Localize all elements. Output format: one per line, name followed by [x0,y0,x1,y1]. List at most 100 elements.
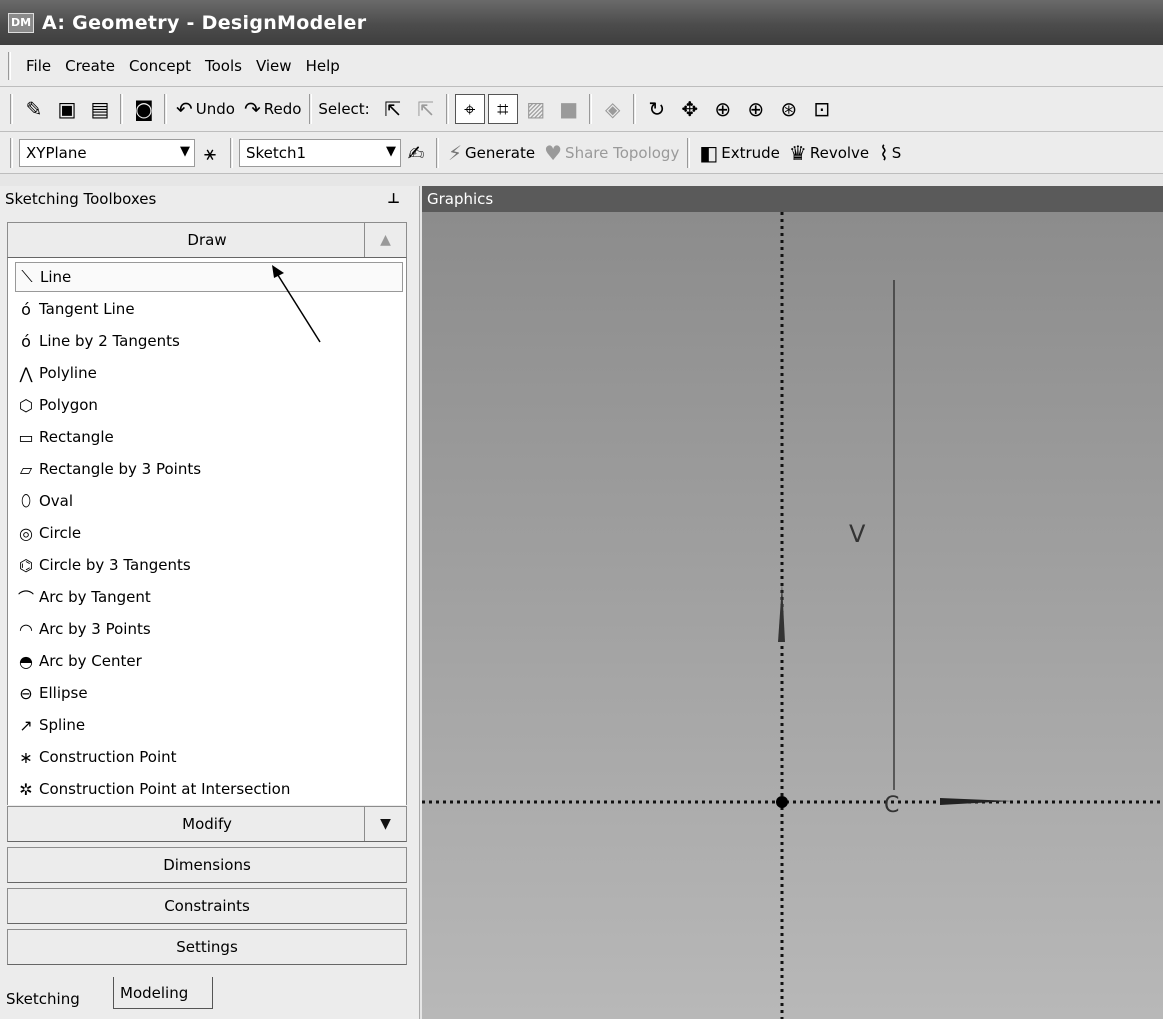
new-plane-button[interactable]: ⚹ [195,138,225,168]
tab-sketching[interactable]: Sketching [0,983,113,1015]
tool-line[interactable]: ⟍ Line [15,262,403,292]
new-geometry-icon: ✎ [25,97,43,121]
scroll-down-button[interactable]: ▼ [364,807,406,841]
toolbar-grip[interactable] [10,94,13,124]
origin-point[interactable] [776,796,788,808]
select-faces-icon: ▨ [526,97,546,121]
tool-label: Ellipse [39,684,88,702]
sketch-toolbar: XYPlane ▼ ⚹ Sketch1 ▼ ✍ ⚡ Generate ♥ Share… [0,132,1163,174]
tool-spline[interactable]: ↗ Spline [15,710,403,740]
extrude-label: Extrude [721,143,780,162]
tool-arc-by-center[interactable]: ◓ Arc by Center [15,646,403,676]
menu-create[interactable]: Create [58,54,122,78]
circle-3-tangents-icon: ⌬ [19,555,33,575]
arc-3-points-icon: ◠ [19,619,33,639]
triangle-down-icon: ▼ [380,816,391,832]
extrude-icon: ◧ [699,140,719,165]
new-geometry-button[interactable]: ✎ [19,94,49,124]
save-icon: ▣ [57,97,77,121]
extend-selection-button[interactable]: ◈ [598,94,628,124]
tool-line-by-2-tangents[interactable]: ό Line by 2 Tangents [15,326,403,356]
generate-button[interactable]: ⚡ Generate [445,138,538,168]
export-button[interactable]: ▤ [85,94,115,124]
tangent-line-icon: ό [21,299,31,319]
tool-tangent-line[interactable]: ό Tangent Line [15,294,403,324]
box-zoom-icon: ⊕ [747,97,765,121]
sweep-icon: ⌇ [879,140,889,165]
tool-label: Polyline [39,364,97,382]
constraints-section-header[interactable]: Constraints [7,888,407,924]
menubar-grip[interactable] [8,51,11,80]
tool-polyline[interactable]: ⋀ Polyline [15,358,403,388]
undo-button[interactable]: ↶ Undo [173,94,238,124]
y-axis-arrow [778,584,785,642]
menu-tools[interactable]: Tools [198,54,249,78]
select-faces-button[interactable]: ▨ [521,94,551,124]
tool-construction-point-at-intersection[interactable]: ✲ Construction Point at Intersection [15,774,403,804]
menu-help[interactable]: Help [299,54,347,78]
draw-section-label: Draw [187,231,227,249]
tool-arc-by-tangent[interactable]: ⌒ Arc by Tangent [15,582,403,612]
vertical-constraint-label: V [849,520,866,548]
tool-oval[interactable]: ⬯ Oval [15,486,403,516]
menu-view[interactable]: View [249,54,299,78]
toolbar-grip[interactable] [10,137,13,168]
select-points-button[interactable]: ⌖ [454,94,485,124]
save-button[interactable]: ▣ [52,94,82,124]
select-new-button[interactable]: ⇱ [378,94,408,124]
select-bodies-button[interactable]: ■ [554,94,584,124]
tool-arc-by-3-points[interactable]: ◠ Arc by 3 Points [15,614,403,644]
cursor-dropdown-icon: ⇱ [417,97,435,121]
tool-circle[interactable]: ◎ Circle [15,518,403,548]
menu-concept[interactable]: Concept [122,54,198,78]
draw-section-header[interactable]: Draw ▲ [7,222,407,258]
polyline-icon: ⋀ [19,363,33,383]
chevron-down-icon[interactable]: ▼ [180,144,190,159]
undo-label: Undo [195,100,235,118]
share-topology-button[interactable]: ♥ Share Topology [541,138,682,168]
revolve-button[interactable]: ♛ Revolve [786,138,872,168]
tab-modeling[interactable]: Modeling [113,977,213,1009]
select-edges-icon: ⌗ [497,97,509,121]
new-sketch-button[interactable]: ✍ [401,138,431,168]
pin-icon[interactable]: ⊥ [387,191,400,207]
screenshot-button[interactable]: ◙ [129,94,159,124]
plane-select[interactable]: XYPlane ▼ [19,138,195,167]
construction-point-icon: ∗ [19,747,33,767]
magnifier-button[interactable]: ⊡ [807,94,837,124]
toolbar-separator [309,94,313,124]
menu-bar: File Create Concept Tools View Help [0,45,1163,87]
redo-label: Redo [263,100,302,118]
sweep-button[interactable]: ⌇ S [875,138,905,168]
tool-polygon[interactable]: ⬡ Polygon [15,390,403,420]
redo-button[interactable]: ↷ Redo [241,94,304,124]
pan-button[interactable]: ✥ [675,94,705,124]
scroll-up-button[interactable]: ▲ [364,223,406,257]
camera-icon: ◙ [134,97,154,121]
tool-rectangle[interactable]: ▭ Rectangle [15,422,403,452]
tool-ellipse[interactable]: ⊖ Ellipse [15,678,403,708]
tool-construction-point[interactable]: ∗ Construction Point [15,742,403,772]
extrude-button[interactable]: ◧ Extrude [696,138,783,168]
tool-rectangle-by-3-points[interactable]: ▱ Rectangle by 3 Points [15,454,403,484]
select-mode-dropdown[interactable]: ⇱ [411,94,441,124]
line-icon: ⟍ [21,267,33,286]
zoom-icon: ⊕ [714,97,732,121]
sketch-select[interactable]: Sketch1 ▼ [239,138,401,167]
tool-label: Line by 2 Tangents [39,332,180,350]
toolbar-separator [687,137,691,168]
chevron-down-icon[interactable]: ▼ [386,144,396,159]
modify-section-header[interactable]: Modify ▼ [7,806,407,842]
box-zoom-button[interactable]: ⊕ [741,94,771,124]
select-edges-button[interactable]: ⌗ [487,94,518,124]
tool-circle-by-3-tangents[interactable]: ⌬ Circle by 3 Tangents [15,550,403,580]
graphics-viewport[interactable]: C V [422,212,1163,1019]
zoom-to-fit-button[interactable]: ⊛ [774,94,804,124]
undo-icon: ↶ [176,97,193,121]
rotate-button[interactable]: ↻ [642,94,672,124]
settings-section-header[interactable]: Settings [7,929,407,965]
menu-file[interactable]: File [19,54,58,78]
tool-label: Tangent Line [39,300,135,318]
zoom-button[interactable]: ⊕ [708,94,738,124]
dimensions-section-header[interactable]: Dimensions [7,847,407,883]
